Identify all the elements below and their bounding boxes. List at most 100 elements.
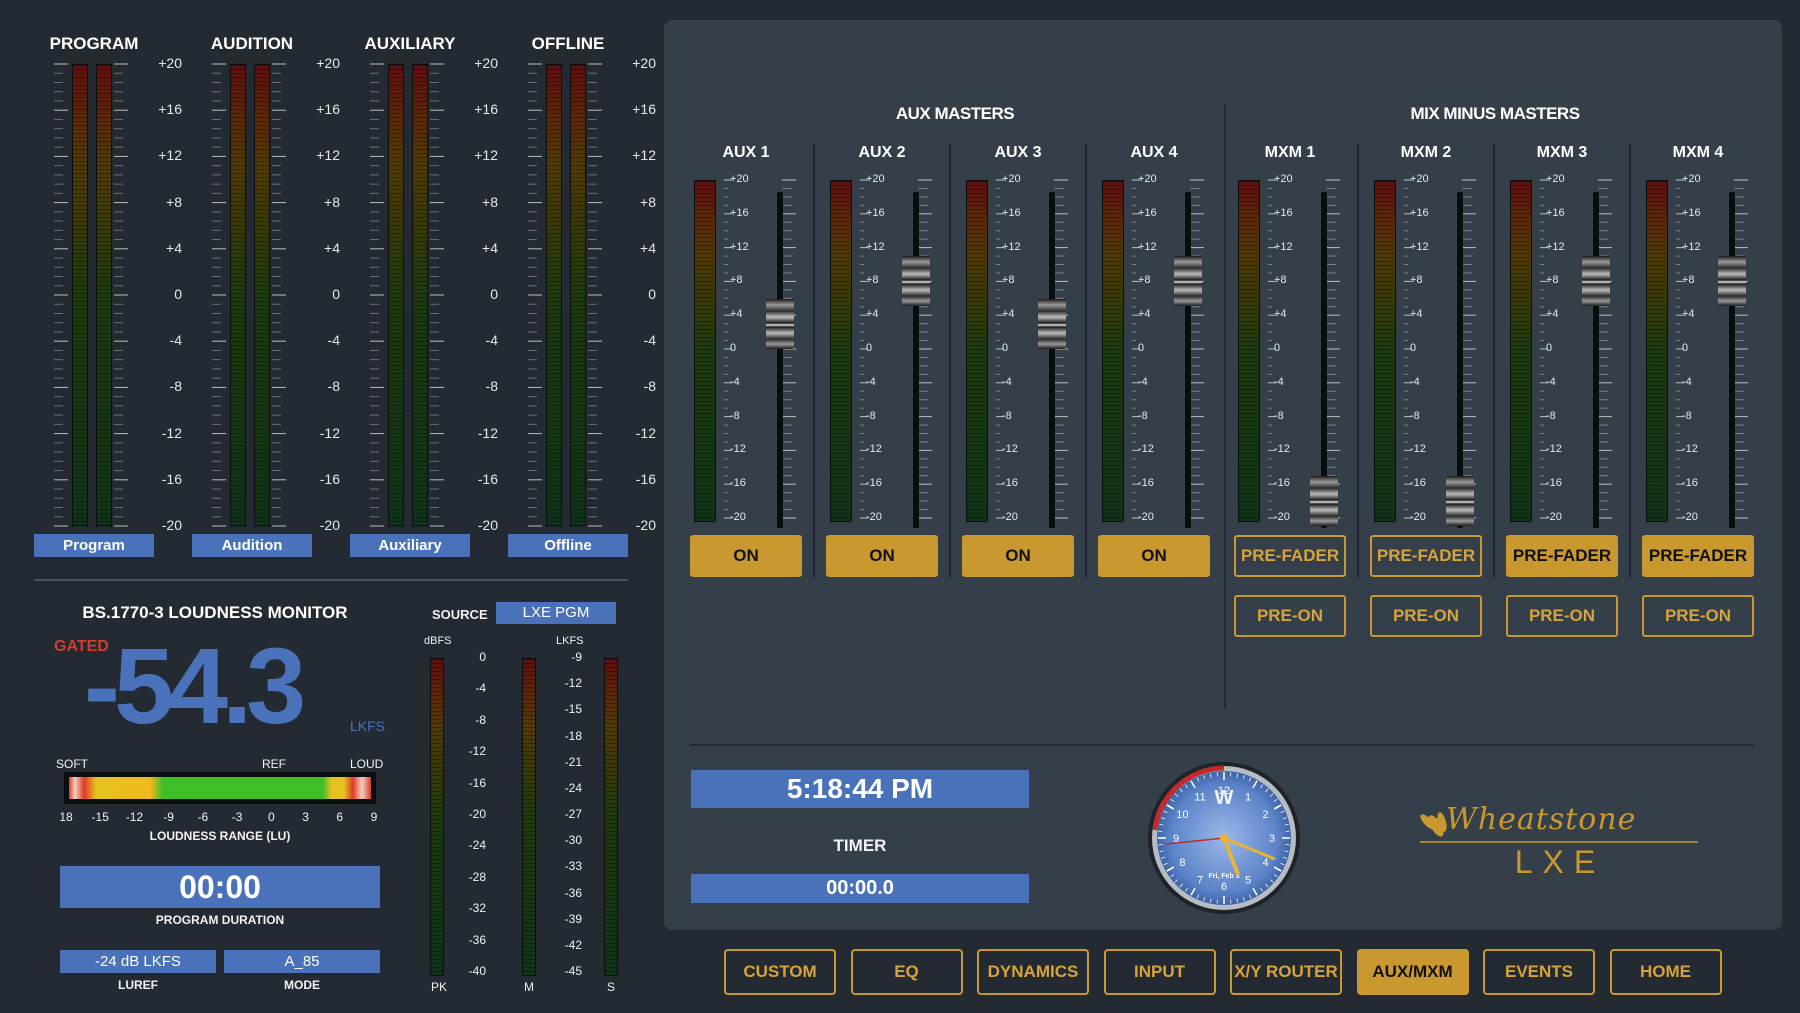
timer-label: TIMER — [833, 836, 887, 855]
fader-scale-label: +8 — [1682, 274, 1695, 287]
s-meter — [604, 658, 618, 976]
mxm-1-pre-on-button[interactable]: PRE-ON — [1234, 595, 1346, 637]
fader-scale-label: +12 — [1682, 240, 1701, 253]
mxm-3-fader-track — [1593, 192, 1599, 528]
mode-label: MODE — [284, 978, 320, 992]
fader-scale-label: +4 — [1546, 308, 1559, 321]
fader-scale-label: -4 — [1682, 375, 1692, 388]
mxm-4-fader-knob[interactable] — [1718, 256, 1746, 307]
fader-scale-label: +8 — [866, 274, 879, 287]
nav-aux-mxm-button[interactable]: AUX/MXM — [1356, 949, 1469, 995]
luref-label: LUREF — [118, 978, 158, 992]
fader-scale-label: -8 — [1002, 409, 1012, 422]
range-tick-label: 9 — [370, 810, 378, 824]
nav-events-button[interactable]: EVENTS — [1483, 949, 1595, 995]
fader-scale-label: -16 — [1682, 477, 1698, 490]
mxm-1-fader-knob[interactable] — [1310, 476, 1338, 527]
fader-scale-label: +12 — [1410, 240, 1429, 253]
fader-scale-label: -12 — [1274, 443, 1290, 456]
fader-scale-label: -4 — [1410, 375, 1420, 388]
clock-number: 5 — [1245, 875, 1251, 887]
dbfs-tick-label: -24 — [468, 838, 486, 853]
aux-3-fader-knob[interactable] — [1038, 298, 1066, 349]
fader-scale-label: -20 — [730, 511, 746, 523]
aux-1-label: AUX 1 — [722, 144, 770, 161]
dbfs-tick-label: -32 — [468, 901, 486, 916]
nav-home-button[interactable]: HOME — [1609, 949, 1722, 995]
fader-scale-label: -20 — [1274, 511, 1290, 523]
fader-scale-label: +8 — [730, 274, 743, 287]
fader-scale-label: -4 — [730, 375, 740, 388]
fader-scale-label: +16 — [1002, 206, 1021, 219]
mxm-3-pre-fader-button[interactable]: PRE-FADER — [1506, 535, 1618, 577]
lkfs-tick-label: -27 — [564, 807, 582, 821]
mxm-2-pre-fader-button[interactable]: PRE-FADER — [1370, 535, 1482, 577]
aux-1-on-button[interactable]: ON — [690, 535, 802, 577]
nav-dynamics-button[interactable]: DYNAMICS — [977, 949, 1089, 995]
loudness-unit: LKFS — [350, 718, 386, 734]
mxm-1-pre-fader-button[interactable]: PRE-FADER — [1234, 535, 1346, 577]
source-button[interactable]: LXE PGM — [496, 602, 616, 624]
range-soft-label: SOFT — [56, 757, 88, 771]
fader-scale-label: +12 — [866, 240, 885, 253]
mxm-2-fader-knob[interactable] — [1446, 476, 1474, 527]
dbfs-tick-label: 0 — [479, 650, 486, 664]
fader-scale-label: +8 — [1410, 274, 1423, 287]
fader-scale-label: -20 — [1002, 511, 1018, 523]
fader-scale-label: +12 — [1138, 240, 1157, 253]
lkfs-tick-label: -36 — [564, 885, 582, 900]
fader-scale-label: +12 — [730, 240, 749, 253]
fader-scale-label: +16 — [1410, 206, 1429, 219]
pk-meter — [430, 658, 444, 976]
fader-scale-label: +20 — [1002, 173, 1021, 185]
wheatstone-logo: Wheatstone — [1418, 800, 1698, 846]
strip-divider — [1493, 144, 1495, 578]
aux-2-label: AUX 2 — [858, 144, 906, 161]
mxm-3-fader-knob[interactable] — [1582, 256, 1610, 307]
dbfs-tick-label: -8 — [475, 712, 486, 727]
mode-button[interactable]: A_85 — [224, 950, 380, 973]
nav-eq-button[interactable]: EQ — [850, 949, 963, 995]
fader-scale-label: +20 — [866, 173, 885, 185]
fader-scale-label: -16 — [866, 477, 882, 490]
aux-4-fader-knob[interactable] — [1174, 256, 1202, 307]
program-duration-display: 00:00 — [60, 866, 380, 908]
aux-2-fader-track — [913, 192, 919, 528]
fader-scale-label: -20 — [1410, 511, 1426, 523]
fader-scale-label: +4 — [866, 308, 879, 321]
mxm-2-label: MXM 2 — [1400, 144, 1452, 161]
mxm-4-pre-on-button[interactable]: PRE-ON — [1642, 595, 1754, 637]
strip-divider — [1085, 144, 1087, 578]
range-loud-label: LOUD — [350, 757, 384, 771]
timer-display[interactable]: 00:00.0 — [691, 874, 1029, 903]
clock-number: 11 — [1194, 791, 1205, 803]
luref-button[interactable]: -24 dB LKFS — [60, 950, 216, 973]
fader-scale-label: +20 — [1682, 173, 1701, 185]
fader-scale-label: +20 — [1138, 173, 1157, 185]
fader-scale-label: -8 — [1682, 409, 1692, 422]
fader-scale-label: -4 — [1138, 375, 1148, 388]
fader-scale-label: -4 — [1274, 375, 1284, 388]
aux-4-on-button[interactable]: ON — [1098, 535, 1210, 577]
fader-scale-label: -16 — [1546, 477, 1562, 490]
mxm-2-pre-on-button[interactable]: PRE-ON — [1370, 595, 1482, 637]
aux-2-on-button[interactable]: ON — [826, 535, 938, 577]
fader-scale-label: -8 — [1410, 409, 1420, 422]
range-ref-label: REF — [262, 757, 286, 771]
fader-scale-label: +16 — [1138, 206, 1157, 219]
lkfs-tick-label: -24 — [564, 780, 582, 795]
nav-input-button[interactable]: INPUT — [1103, 949, 1216, 995]
nav-x-y-router-button[interactable]: X/Y ROUTER — [1230, 949, 1342, 995]
range-tick-label: -6 — [197, 810, 209, 824]
aux-1-fader-knob[interactable] — [766, 298, 794, 349]
lkfs-label: LKFS — [556, 635, 584, 647]
aux-3-on-button[interactable]: ON — [962, 535, 1074, 577]
brand-model: LXE — [1514, 844, 1606, 880]
fader-scale-label: 0 — [1274, 342, 1281, 354]
aux-2-fader-knob[interactable] — [902, 256, 930, 307]
mxm-4-fader-track — [1729, 192, 1735, 528]
nav-custom-button[interactable]: CUSTOM — [724, 949, 836, 995]
mxm-4-pre-fader-button[interactable]: PRE-FADER — [1642, 535, 1754, 577]
mxm-3-pre-on-button[interactable]: PRE-ON — [1506, 595, 1618, 637]
time-display: 5:18:44 PM — [691, 770, 1029, 808]
